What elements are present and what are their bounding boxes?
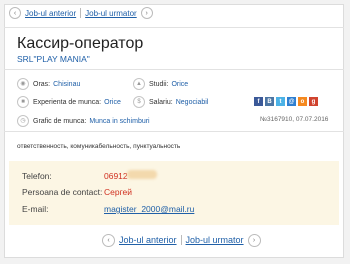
salary-label: Salariu:: [149, 98, 173, 106]
studies-value[interactable]: Orice: [171, 81, 188, 88]
prev-job-link[interactable]: Job-ul anterior: [25, 9, 76, 18]
contact-email-row: E-mail: magister_2000@mail.ru: [22, 204, 194, 214]
google-plus-icon[interactable]: g: [309, 97, 318, 106]
contact-panel: Telefon: 06912 Persoana de contact: Серг…: [9, 161, 339, 225]
job-navigation-bottom: ‹ Job-ul anterior Job-ul urmator ›: [102, 233, 261, 247]
chevron-left-icon[interactable]: ‹: [102, 233, 115, 247]
studies-label: Studii:: [149, 80, 169, 88]
detail-studies: ▲ Studii: Orice: [133, 78, 188, 90]
experience-value[interactable]: Orice: [104, 99, 121, 106]
graduation-cap-icon: ▲: [133, 78, 145, 90]
detail-schedule: ◷ Grafic de munca: Munca in schimburi: [17, 115, 150, 127]
city-value[interactable]: Chisinau: [53, 81, 80, 88]
detail-city: ◉ Oras: Chisinau: [17, 78, 80, 90]
email-label: E-mail:: [22, 204, 49, 214]
briefcase-icon: ■: [17, 96, 29, 108]
clock-icon: ◷: [17, 115, 29, 127]
phone-label: Telefon:: [22, 171, 52, 181]
chevron-right-icon[interactable]: ›: [140, 7, 153, 19]
detail-salary: $ Salariu: Negociabil: [133, 96, 208, 108]
schedule-label: Grafic de munca:: [33, 117, 87, 125]
twitter-icon[interactable]: t: [276, 97, 285, 106]
mail-icon[interactable]: @: [287, 97, 296, 106]
city-label: Oras:: [33, 80, 51, 88]
job-navigation-top: ‹ Job-ul anterior Job-ul urmator ›: [9, 6, 153, 20]
detail-experience: ■ Experienta de munca: Orice: [17, 96, 121, 108]
prev-job-link[interactable]: Job-ul anterior: [119, 235, 177, 245]
next-job-link[interactable]: Job-ul urmator: [85, 9, 137, 18]
company-name[interactable]: SRL"PLAY MANIA": [17, 54, 90, 64]
contact-person-row: Persoana de contact: Сергей: [22, 187, 132, 197]
nav-divider: [180, 235, 182, 245]
job-reference-date: №3167910, 07.07.2016: [260, 116, 329, 123]
experience-label: Experienta de munca:: [33, 98, 102, 106]
person-label: Persoana de contact:: [22, 187, 103, 197]
wallet-icon: $: [133, 96, 145, 108]
vk-icon[interactable]: B: [265, 97, 274, 106]
email-link[interactable]: magister_2000@mail.ru: [104, 204, 194, 214]
phone-mask[interactable]: [127, 170, 157, 179]
odnoklassniki-icon[interactable]: o: [298, 97, 307, 106]
divider: [4, 131, 344, 132]
job-title: Кассир-оператор: [17, 35, 144, 52]
facebook-icon[interactable]: f: [254, 97, 263, 106]
chevron-left-icon[interactable]: ‹: [9, 7, 21, 19]
person-value: Сергей: [104, 187, 132, 197]
phone-value[interactable]: 06912: [104, 171, 128, 181]
job-description: ответственность, комуникабельность, пунк…: [17, 143, 181, 150]
share-buttons: f Bt @ o g: [254, 97, 318, 106]
nav-divider: [80, 8, 82, 18]
next-job-link[interactable]: Job-ul urmator: [186, 235, 244, 245]
divider: [4, 69, 344, 70]
schedule-value[interactable]: Munca in schimburi: [89, 118, 149, 125]
contact-phone-row: Telefon: 06912: [22, 171, 128, 181]
location-icon: ◉: [17, 78, 29, 90]
divider: [4, 27, 344, 28]
chevron-right-icon[interactable]: ›: [247, 233, 261, 247]
salary-value[interactable]: Negociabil: [176, 99, 209, 106]
